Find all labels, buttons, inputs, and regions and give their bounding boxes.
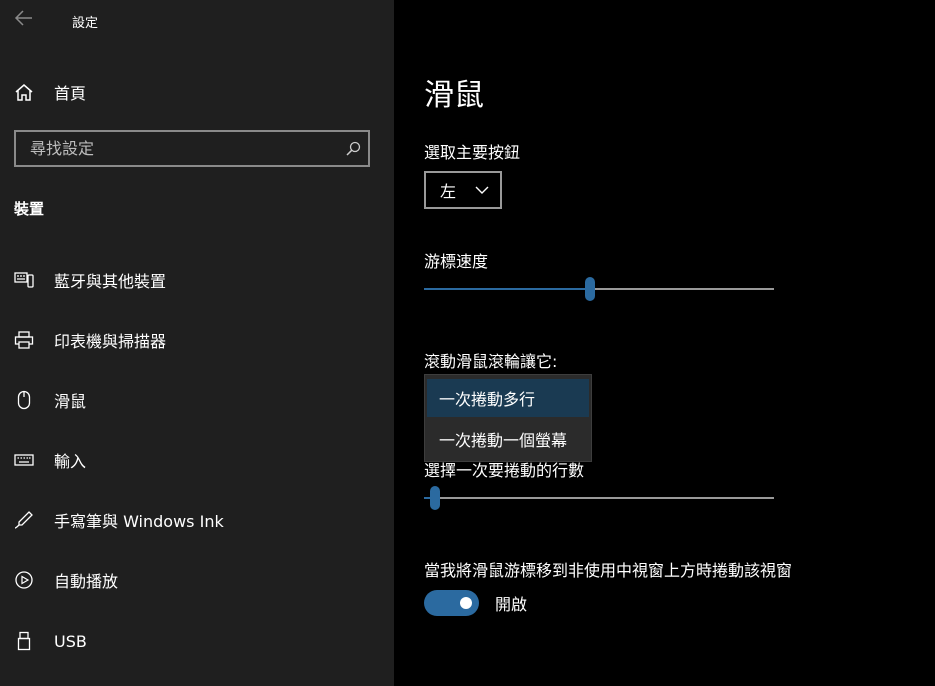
primary-button-value: 左 bbox=[440, 182, 457, 201]
search-box[interactable] bbox=[14, 130, 370, 167]
cursor-speed-slider[interactable] bbox=[424, 277, 774, 301]
back-arrow-icon[interactable] bbox=[14, 9, 36, 29]
sidebar-item-label: 手寫筆與 Windows Ink bbox=[54, 512, 224, 531]
sidebar-item-typing[interactable]: 輸入 bbox=[14, 448, 86, 472]
sidebar-item-printers[interactable]: 印表機與掃描器 bbox=[14, 328, 166, 352]
sidebar: 設定 首頁 裝置 藍牙與其他裝置 印表機與掃描器 滑鼠 輸入 bbox=[0, 0, 394, 686]
sidebar-item-pen[interactable]: 手寫筆與 Windows Ink bbox=[14, 508, 224, 532]
inactive-scroll-toggle-row: 開啟 bbox=[424, 590, 527, 616]
bluetooth-devices-icon bbox=[14, 270, 34, 290]
sidebar-item-bluetooth[interactable]: 藍牙與其他裝置 bbox=[14, 268, 166, 292]
slider-track bbox=[424, 497, 774, 499]
search-icon[interactable] bbox=[338, 134, 368, 164]
sidebar-item-usb[interactable]: USB bbox=[14, 629, 87, 653]
sidebar-item-mouse[interactable]: 滑鼠 bbox=[14, 388, 86, 412]
scroll-wheel-label: 滾動滑鼠滾輪讓它: bbox=[424, 352, 558, 371]
slider-thumb[interactable] bbox=[430, 486, 440, 510]
sidebar-item-label: 自動播放 bbox=[54, 572, 119, 591]
primary-button-select[interactable]: 左 bbox=[424, 171, 502, 209]
sidebar-item-label: USB bbox=[54, 631, 87, 651]
slider-thumb[interactable] bbox=[585, 277, 595, 301]
scroll-option-screen[interactable]: 一次捲動一個螢幕 bbox=[425, 419, 591, 459]
pen-icon bbox=[14, 510, 34, 530]
slider-fill bbox=[424, 288, 590, 290]
usb-icon bbox=[14, 631, 34, 651]
toggle-knob bbox=[460, 597, 472, 609]
sidebar-item-label: 首頁 bbox=[54, 84, 87, 103]
keyboard-icon bbox=[14, 450, 34, 470]
primary-button-label: 選取主要按鈕 bbox=[424, 143, 521, 162]
chevron-down-icon bbox=[474, 182, 490, 202]
scroll-option-lines[interactable]: 一次捲動多行 bbox=[427, 379, 589, 417]
scroll-mode-dropdown[interactable]: 一次捲動多行 一次捲動一個螢幕 bbox=[424, 374, 592, 462]
sidebar-item-home[interactable]: 首頁 bbox=[14, 80, 86, 104]
inactive-scroll-label: 當我將滑鼠游標移到非使用中視窗上方時捲動該視窗 bbox=[424, 561, 793, 580]
sidebar-item-label: 藍牙與其他裝置 bbox=[54, 272, 167, 291]
sidebar-item-label: 印表機與掃描器 bbox=[54, 332, 167, 351]
inactive-scroll-toggle[interactable] bbox=[424, 590, 479, 616]
sidebar-item-autoplay[interactable]: 自動播放 bbox=[14, 568, 118, 592]
autoplay-icon bbox=[14, 570, 34, 590]
toggle-state-label: 開啟 bbox=[495, 595, 528, 614]
main-content: 滑鼠 選取主要按鈕 左 游標速度 滾動滑鼠滾輪讓它: 一次捲動多行 一次捲動一個… bbox=[394, 0, 935, 686]
mouse-icon bbox=[14, 390, 34, 410]
page-title: 滑鼠 bbox=[424, 78, 484, 113]
printer-icon bbox=[14, 330, 34, 350]
home-icon bbox=[14, 82, 34, 102]
lines-to-scroll-slider[interactable] bbox=[424, 486, 774, 510]
sidebar-item-label: 輸入 bbox=[54, 452, 87, 471]
search-input[interactable] bbox=[16, 139, 338, 158]
sidebar-item-label: 滑鼠 bbox=[54, 392, 87, 411]
section-title: 裝置 bbox=[14, 200, 45, 218]
cursor-speed-label: 游標速度 bbox=[424, 252, 489, 271]
app-title: 設定 bbox=[72, 16, 99, 31]
